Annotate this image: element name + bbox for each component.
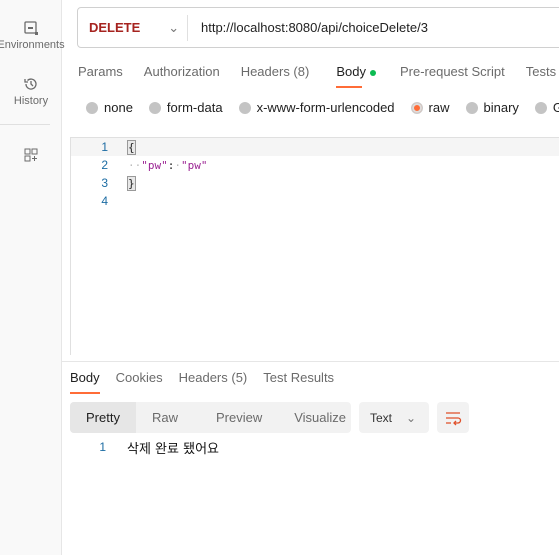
- sidebar-item-environments[interactable]: Environments: [0, 20, 71, 51]
- view-preview[interactable]: Preview: [200, 402, 284, 433]
- code-text: ··"pw":·"pw": [128, 158, 208, 172]
- radio-circle: [86, 101, 98, 114]
- add-widget-icon: [24, 148, 38, 162]
- sidebar-item-label: Environments: [0, 39, 65, 51]
- radio-circle: [534, 101, 547, 114]
- radio-label: binary: [483, 100, 519, 115]
- chevron-down-icon: ⌄: [168, 19, 180, 35]
- radio-x-www-form-urlencoded[interactable]: x-www-form-urlencoded: [238, 100, 395, 115]
- response-tab-headers[interactable]: Headers (5): [179, 370, 248, 394]
- response-body: 1 삭제 완료 됐어요: [70, 438, 219, 457]
- line-number: 4: [101, 194, 108, 208]
- tab-params[interactable]: Params: [78, 64, 123, 88]
- radio-label: none: [104, 100, 133, 115]
- response-text: 삭제 완료 됐어요: [127, 441, 219, 457]
- editor-line: 4: [71, 192, 559, 210]
- response-format-select[interactable]: Text ⌄: [359, 402, 429, 433]
- radio-none[interactable]: none: [86, 100, 133, 115]
- environment-icon: [24, 21, 38, 35]
- sidebar-divider: [0, 124, 50, 125]
- response-tab-body[interactable]: Body: [70, 370, 100, 394]
- radio-graphql[interactable]: G: [534, 100, 559, 115]
- body-indicator-dot: [369, 69, 376, 76]
- history-icon: [24, 78, 37, 90]
- tab-body-label: Body: [336, 64, 366, 79]
- editor-line: 3}: [71, 174, 559, 192]
- method-select[interactable]: DELETE ⌄: [78, 14, 188, 41]
- line-number: 2: [101, 158, 108, 172]
- pane-divider[interactable]: [62, 361, 559, 362]
- sidebar-item-label: History: [13, 95, 49, 107]
- radio-circle-selected: [410, 101, 423, 114]
- sidebar-item-add-widget[interactable]: [0, 147, 62, 166]
- editor-line: 2 ··"pw":·"pw": [71, 156, 559, 174]
- chevron-down-icon: ⌄: [406, 410, 417, 425]
- response-tab-test-results[interactable]: Test Results: [263, 370, 334, 394]
- url-input[interactable]: http://localhost:8080/api/choiceDelete/3: [188, 20, 428, 35]
- view-raw[interactable]: Raw: [136, 402, 200, 433]
- view-pretty[interactable]: Pretty: [70, 402, 136, 433]
- radio-label: x-www-form-urlencoded: [256, 100, 395, 115]
- radio-raw[interactable]: raw: [410, 100, 450, 115]
- view-visualize[interactable]: Visualize: [284, 402, 362, 433]
- tab-tests[interactable]: Tests: [526, 64, 556, 88]
- sidebar-item-history[interactable]: History: [0, 76, 62, 107]
- line-number: 3: [101, 176, 108, 190]
- radio-label: form-data: [166, 100, 223, 115]
- response-tabs: Body Cookies Headers (5) Test Results: [70, 370, 350, 394]
- line-number: 1: [101, 140, 108, 154]
- json-key: "pw": [141, 158, 168, 172]
- url-bar: DELETE ⌄ http://localhost:8080/api/choice…: [77, 7, 559, 48]
- request-tabs: Params Authorization Headers (8) Body Pr…: [78, 64, 559, 88]
- code-text: {: [127, 139, 136, 155]
- body-mode-radios: none form-data x-www-form-urlencoded raw…: [86, 100, 559, 115]
- radio-label: G: [552, 100, 559, 115]
- wrap-lines-button[interactable]: [437, 402, 469, 433]
- tab-headers[interactable]: Headers (8): [241, 64, 310, 88]
- format-label: Text: [370, 410, 393, 425]
- editor-line: 1{: [71, 138, 559, 156]
- radio-circle: [148, 101, 161, 114]
- radio-circle: [238, 101, 251, 114]
- sidebar: Environments History: [0, 0, 65, 555]
- radio-circle: [465, 101, 478, 114]
- tab-pre-request-script[interactable]: Pre-request Script: [400, 64, 505, 88]
- body-editor[interactable]: 1{ 2 ··"pw":·"pw" 3} 4: [70, 137, 559, 355]
- tab-authorization[interactable]: Authorization: [144, 64, 220, 88]
- wrap-lines-icon: [446, 411, 462, 425]
- radio-label: raw: [428, 100, 450, 115]
- method-label: DELETE: [89, 20, 141, 35]
- response-view-switcher: Pretty Raw Preview Visualize: [70, 402, 351, 433]
- radio-form-data[interactable]: form-data: [148, 100, 223, 115]
- json-value: "pw": [181, 158, 208, 172]
- code-text: }: [127, 175, 136, 191]
- radio-binary[interactable]: binary: [465, 100, 519, 115]
- tab-body[interactable]: Body: [336, 64, 376, 88]
- line-number: 1: [99, 440, 106, 454]
- response-tab-cookies[interactable]: Cookies: [116, 370, 163, 394]
